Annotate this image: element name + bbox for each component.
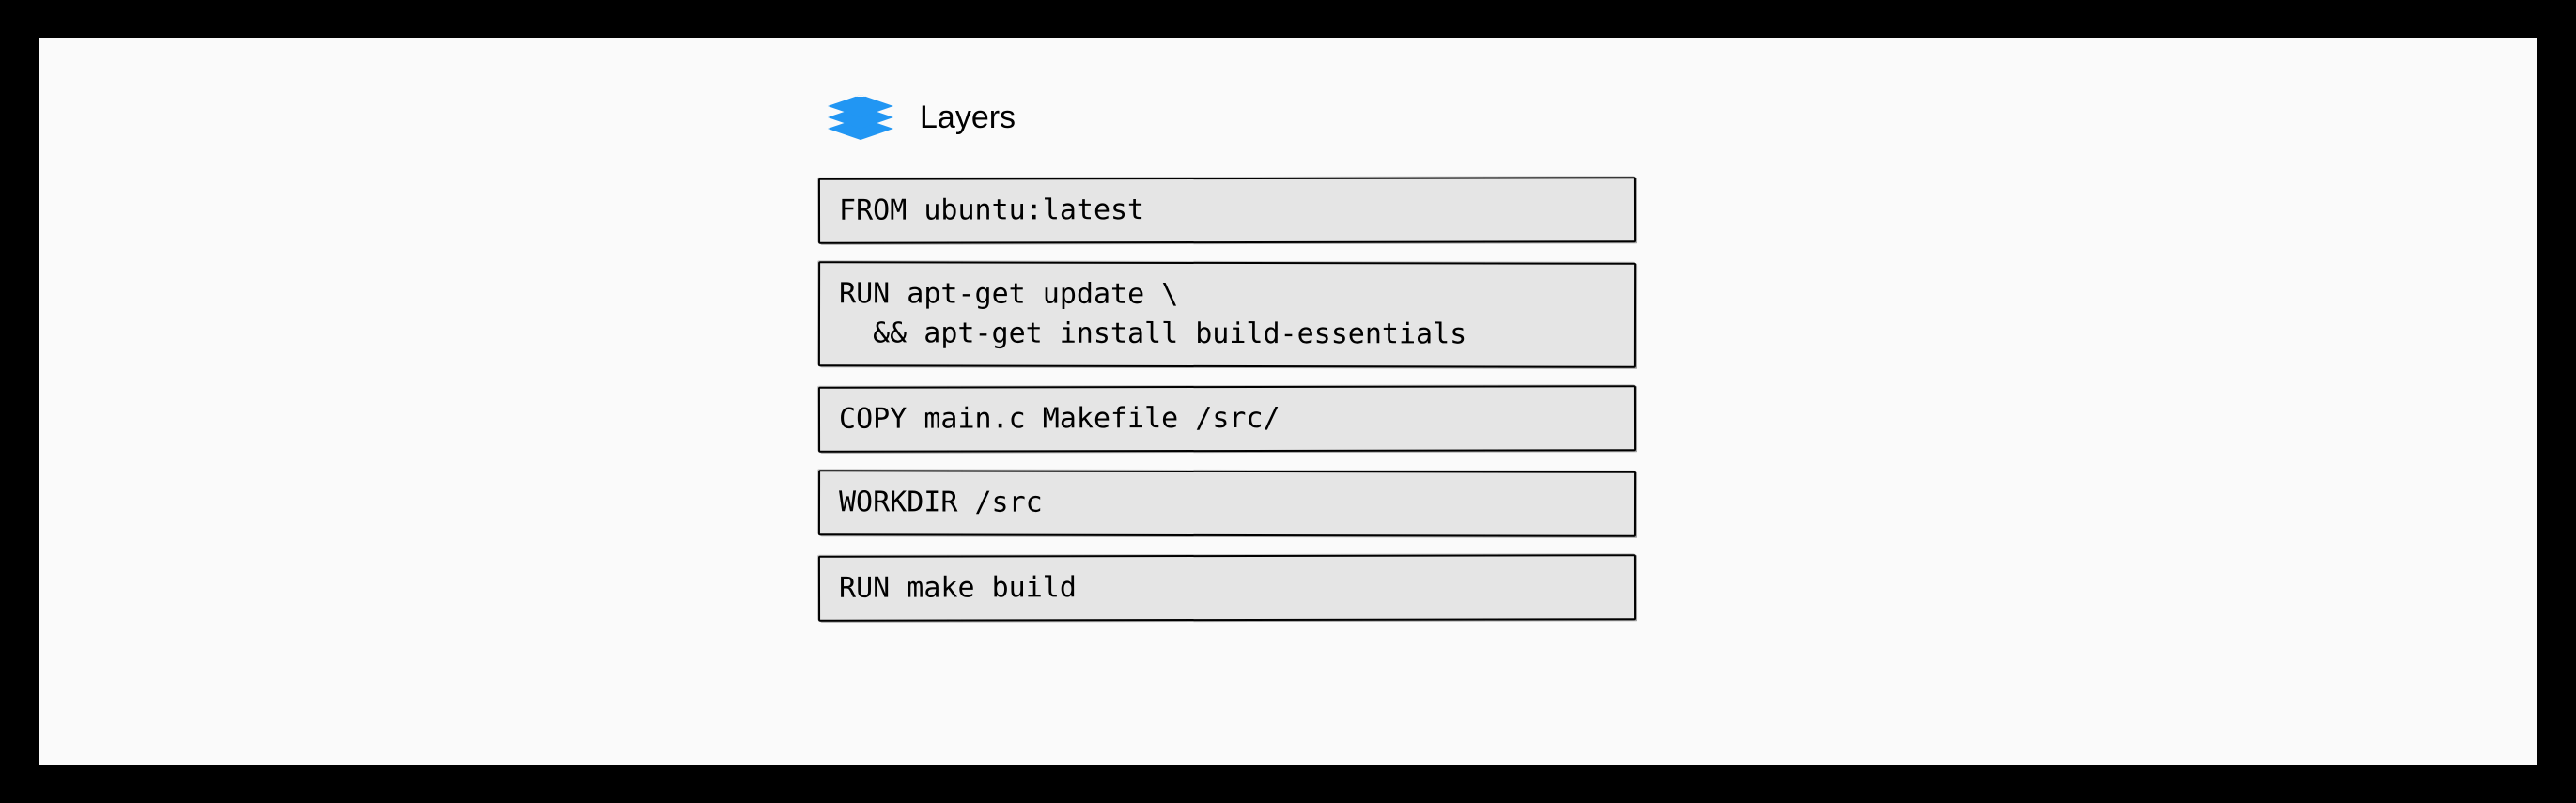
diagram-title: Layers [920, 100, 1016, 136]
dockerfile-instruction: FROM ubuntu:latest [818, 177, 1636, 244]
dockerfile-instruction: RUN apt-get update \ && apt-get install … [818, 261, 1636, 368]
header: Layers [818, 89, 1636, 146]
layers-icon [828, 89, 893, 146]
dockerfile-instruction: WORKDIR /src [818, 470, 1636, 537]
dockerfile-instruction: RUN make build [818, 554, 1636, 622]
diagram-content: Layers FROM ubuntu:latest RUN apt-get up… [818, 89, 1636, 621]
diagram-frame: Layers FROM ubuntu:latest RUN apt-get up… [39, 38, 2537, 765]
layer-stack: FROM ubuntu:latest RUN apt-get update \ … [818, 178, 1636, 621]
dockerfile-instruction: COPY main.c Makefile /src/ [818, 385, 1636, 453]
